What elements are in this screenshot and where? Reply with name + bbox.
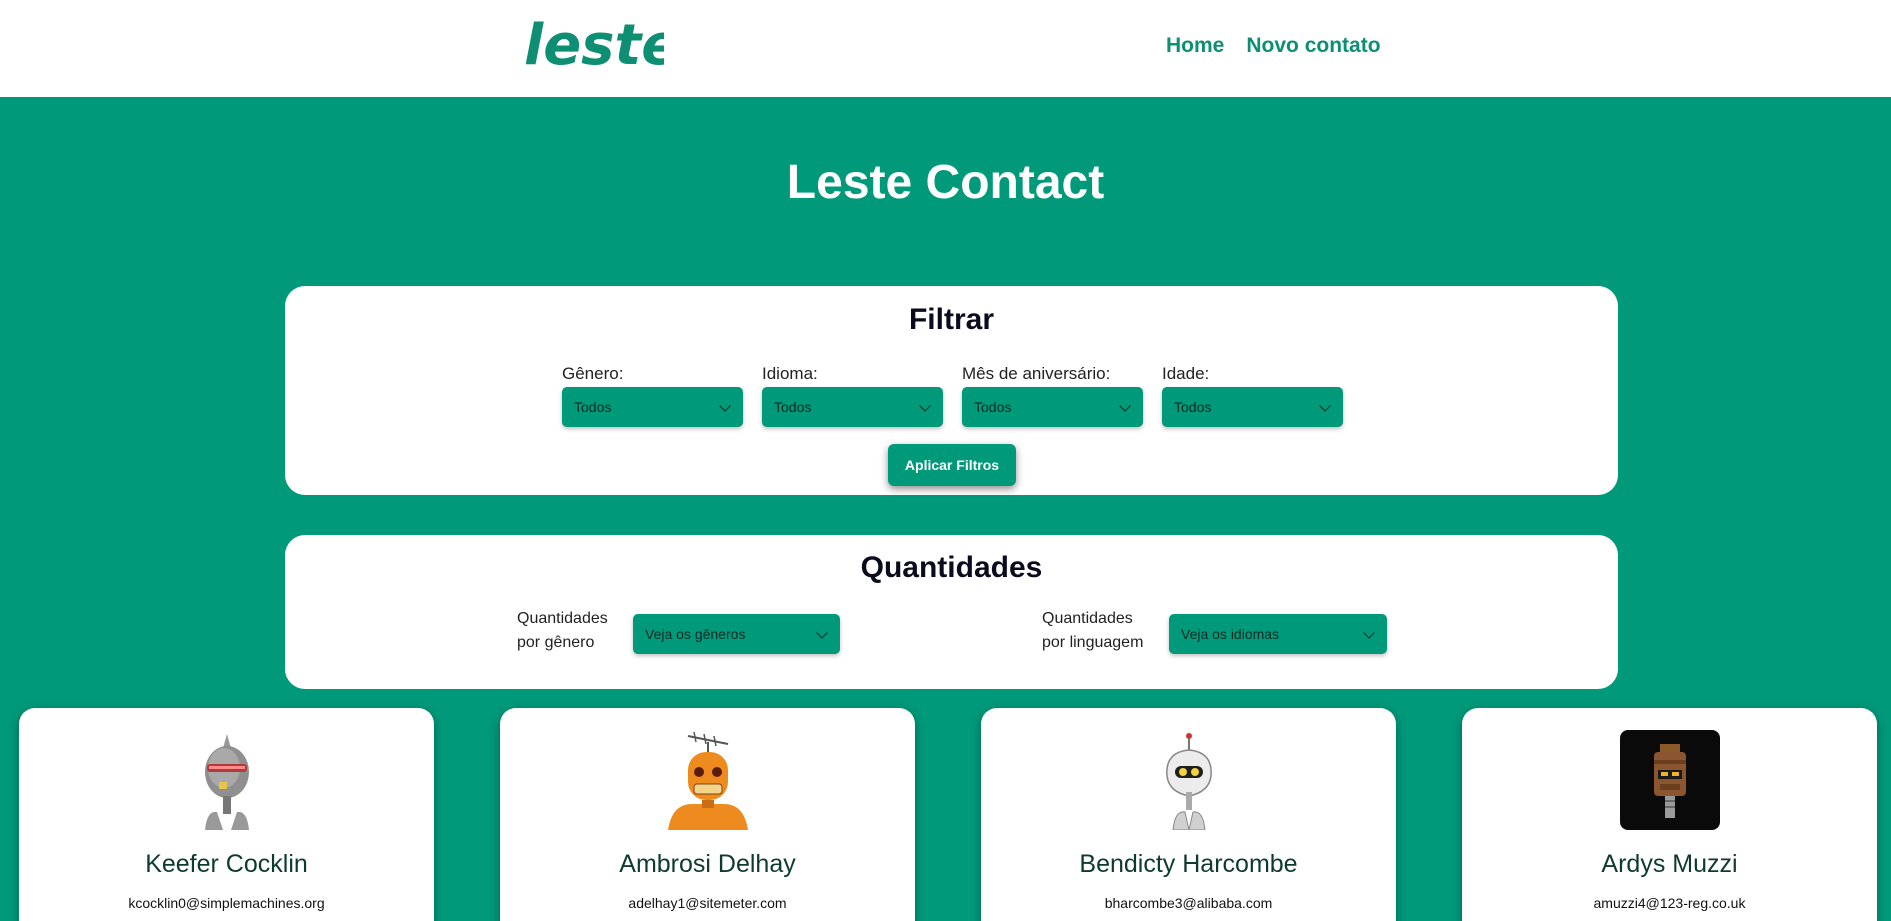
nav-home-link[interactable]: Home [1166,34,1224,58]
filter-panel: Filtrar Gênero: Todos Idioma: Todos Mês … [285,286,1618,495]
contact-email: bharcombe3@alibaba.com [1104,895,1273,911]
svg-text:leste: leste [524,14,664,76]
birth-month-filter: Mês de aniversário: Todos [962,363,1143,427]
gender-quantity-label: Quantidades por gênero [517,607,608,655]
contact-name: Ardys Muzzi [1601,850,1738,878]
contact-card[interactable]: Ambrosi Delhay adelhay1@sitemeter.com [500,708,915,921]
chevron-down-icon [816,627,828,639]
gender-filter-label: Gênero: [562,364,624,383]
chevron-down-icon [1119,400,1131,412]
language-quantity-select-value: Veja os idiomas [1181,626,1280,642]
contact-name: Keefer Cocklin [145,850,308,878]
birth-month-filter-label: Mês de aniversário: [962,364,1111,383]
quantities-panel: Quantidades Quantidades por gênero Veja … [285,535,1618,689]
leste-logo[interactable]: leste [522,14,664,76]
age-select-value: Todos [1174,399,1212,415]
filter-title: Filtrar [908,303,995,336]
gender-quantity-label-line2: por gênero [517,634,595,651]
language-quantity-label: Quantidades por linguagem [1042,607,1143,655]
chevron-down-icon [1319,400,1331,412]
birth-month-select-value: Todos [974,399,1012,415]
gender-select[interactable]: Todos [562,387,743,427]
age-filter-label: Idade: [1162,364,1210,383]
gender-quantity-select-value: Veja os gêneros [645,626,746,642]
gender-filter: Gênero: Todos [562,363,743,427]
page-title: Leste Contact [786,156,1105,209]
quantities-title: Quantidades [860,551,1043,584]
contact-email: adelhay1@sitemeter.com [628,895,787,911]
language-quantity-label-line1: Quantidades [1042,610,1133,627]
language-quantity-label-line2: por linguagem [1042,634,1144,651]
gender-quantity-label-line1: Quantidades [517,610,608,627]
contact-email: kcocklin0@simplemachines.org [128,895,325,911]
nav-new-contact-link[interactable]: Novo contato [1246,34,1380,58]
language-select-value: Todos [774,399,812,415]
gender-select-value: Todos [574,399,612,415]
age-select[interactable]: Todos [1162,387,1343,427]
grey-robot-icon [177,730,277,830]
chevron-down-icon [1363,627,1375,639]
language-select[interactable]: Todos [762,387,943,427]
contact-email: amuzzi4@123-reg.co.uk [1593,895,1746,911]
chevron-down-icon [919,400,931,412]
age-filter: Idade: Todos [1162,363,1343,427]
contact-name: Ambrosi Delhay [619,850,796,878]
orange-robot-icon [658,730,758,830]
contact-card[interactable]: Bendicty Harcombe bharcombe3@alibaba.com [981,708,1396,921]
gender-quantity-select[interactable]: Veja os gêneros [633,614,840,654]
birth-month-select[interactable]: Todos [962,387,1143,427]
chevron-down-icon [719,400,731,412]
brown-robot-icon [1619,730,1720,830]
apply-filters-button[interactable]: Aplicar Filtros [888,444,1016,486]
top-navbar: leste Home Novo contato [0,0,1891,97]
contact-name: Bendicty Harcombe [1079,850,1298,878]
language-filter: Idioma: Todos [762,363,943,427]
language-filter-label: Idioma: [762,364,818,383]
white-robot-icon [1139,730,1239,830]
contact-card[interactable]: Keefer Cocklin kcocklin0@simplemachines.… [19,708,434,921]
main-nav: Home Novo contato [1166,34,1381,58]
language-quantity-select[interactable]: Veja os idiomas [1169,614,1387,654]
contact-card[interactable]: Ardys Muzzi amuzzi4@123-reg.co.uk [1462,708,1877,921]
